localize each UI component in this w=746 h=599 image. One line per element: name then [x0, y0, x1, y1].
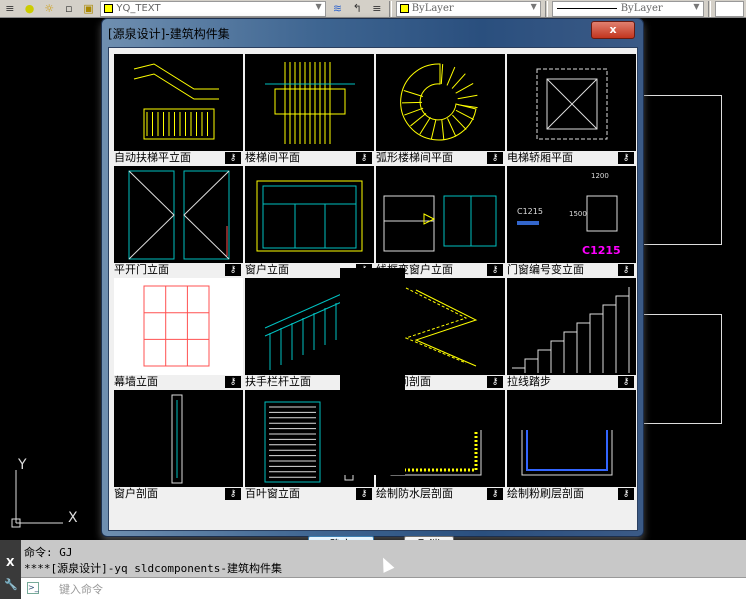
layer-match-icon[interactable]: ≡	[2, 1, 18, 17]
wrench-icon[interactable]: 🔧	[4, 578, 18, 591]
layer-dropdown[interactable]: YQ_TEXT ▼	[100, 0, 326, 17]
component-item[interactable]: C1215 1200 1500 C1215 门窗编号变立面 ⚷	[507, 166, 636, 277]
component-item[interactable]: 拉线踏步 ⚷	[507, 278, 636, 389]
command-history-line: ****[源泉设计]-yq sldcomponents-建筑构件集	[24, 562, 282, 575]
component-label: 电梯轿厢平面	[507, 151, 573, 164]
close-icon[interactable]: X	[6, 556, 14, 569]
drawing-rectangle	[644, 95, 722, 245]
component-preview-icon[interactable]: ⚷	[618, 488, 634, 500]
component-item[interactable]: 自动扶梯平立面 ⚷	[114, 54, 243, 165]
component-preview-icon[interactable]: ⚷	[487, 376, 503, 388]
component-label: 百叶窗立面	[245, 487, 300, 500]
close-button[interactable]: x	[591, 21, 635, 39]
color-value: ByLayer	[411, 3, 454, 14]
layer-previous-icon[interactable]: ↰	[349, 1, 365, 17]
component-thumbnail[interactable]: C1215 1200 1500 C1215	[507, 166, 636, 263]
layer-name: YQ_TEXT	[116, 3, 161, 14]
thumb-text: 1200	[591, 172, 609, 180]
component-item[interactable]: 窗户立面⚷	[245, 166, 374, 277]
component-preview-icon[interactable]: ⚷	[225, 152, 241, 164]
component-item[interactable]: 电梯轿厢平面 ⚷	[507, 54, 636, 165]
sun-icon[interactable]: ☼	[41, 1, 57, 17]
component-label: 平开门立面	[114, 263, 169, 276]
component-thumbnail[interactable]	[245, 54, 374, 151]
component-preview-icon[interactable]: ⚷	[487, 152, 503, 164]
component-thumbnail[interactable]	[114, 278, 243, 375]
component-thumbnail[interactable]	[114, 54, 243, 151]
component-preview-icon[interactable]: ⚷	[618, 264, 634, 276]
thumb-text: C1215	[517, 207, 543, 216]
component-preview-icon[interactable]: ⚷	[356, 152, 372, 164]
component-preview-icon[interactable]: ⚷	[487, 488, 503, 500]
chevron-down-icon[interactable]: ▼	[316, 2, 322, 11]
component-label: 拉线踏步	[507, 375, 551, 388]
lineweight-dropdown[interactable]	[714, 0, 744, 17]
command-history-line: 命令: GJ	[24, 546, 73, 559]
component-item[interactable]: 绘制粉刷层剖面 ⚷	[507, 390, 636, 501]
chevron-down-icon[interactable]: ▼	[693, 2, 699, 11]
command-placeholder: 键入命令	[59, 583, 103, 596]
separator	[707, 0, 711, 17]
component-label: 自动扶梯平立面	[114, 151, 191, 164]
component-preview-icon[interactable]: ⚷	[225, 488, 241, 500]
component-label: 绘制粉刷层剖面	[507, 487, 584, 500]
ucs-y-label: Y	[17, 457, 27, 473]
component-item[interactable]: 平开门立面 ⚷	[114, 166, 243, 277]
prompt-icon[interactable]: >_	[27, 582, 39, 594]
component-thumbnail[interactable]	[245, 166, 374, 263]
render-artifact	[340, 268, 405, 475]
color-dropdown[interactable]: ByLayer ▼	[395, 0, 541, 17]
component-label: 幕墙立面	[114, 375, 158, 388]
component-preview-icon[interactable]: ⚷	[618, 376, 634, 388]
bulb-icon[interactable]: ●	[22, 1, 38, 17]
component-thumbnail[interactable]	[376, 166, 505, 263]
component-item[interactable]: 窗户剖面 ⚷	[114, 390, 243, 501]
component-label: 楼梯间平面	[245, 151, 300, 164]
linetype-preview	[556, 8, 617, 9]
thumb-text: 1500	[569, 210, 587, 218]
component-label: 弧形楼梯间平面	[376, 151, 453, 164]
component-preview-icon[interactable]: ⚷	[356, 488, 372, 500]
component-preview-icon[interactable]: ⚷	[225, 376, 241, 388]
component-thumbnail[interactable]	[507, 390, 636, 487]
component-thumbnail[interactable]	[507, 54, 636, 151]
component-item[interactable]: 幕墙立面 ⚷	[114, 278, 243, 389]
drawing-rectangle	[644, 314, 722, 424]
layer-states-icon[interactable]: ≋	[330, 1, 346, 17]
component-label: 绘制防水层剖面	[376, 487, 453, 500]
separator	[388, 0, 392, 17]
dialog-title: [源泉设计]-建筑构件集	[108, 27, 230, 41]
ucs-x-label: X	[68, 510, 78, 526]
separator	[544, 0, 548, 17]
component-thumbnail[interactable]	[114, 390, 243, 487]
component-preview-icon[interactable]: ⚷	[225, 264, 241, 276]
color-swatch	[399, 4, 409, 13]
layer-color-swatch	[104, 4, 114, 13]
component-label: 门窗编号变立面	[507, 263, 584, 276]
layer-properties-icon[interactable]: ≡	[369, 1, 385, 17]
component-thumbnail[interactable]	[507, 278, 636, 375]
component-item[interactable]: 楼梯间平面 ⚷	[245, 54, 374, 165]
command-sidebar: X 🔧	[0, 540, 21, 599]
component-preview-icon[interactable]: ⚷	[487, 264, 503, 276]
chevron-down-icon[interactable]: ▼	[531, 2, 537, 11]
lock-icon[interactable]: ▣	[81, 1, 97, 17]
component-item[interactable]: 线框变窗户立面 ⚷	[376, 166, 505, 277]
freeze-icon[interactable]: ▫	[61, 1, 77, 17]
command-input[interactable]: >_ 键入命令	[21, 577, 746, 599]
layer-toolbar: ≡ ● ☼ ▫ ▣ YQ_TEXT ▼ ≋ ↰ ≡ ByLayer ▼ ByLaye…	[0, 0, 746, 18]
linetype-value: ByLayer	[620, 3, 663, 14]
component-item[interactable]: 弧形楼梯间平面 ⚷	[376, 54, 505, 165]
component-thumbnail[interactable]	[376, 54, 505, 151]
component-label: 窗户剖面	[114, 487, 158, 500]
command-line: X 🔧 命令: GJ ****[源泉设计]-yq sldcomponents-建…	[0, 540, 746, 599]
ucs-icon: Y X	[11, 457, 78, 528]
component-thumbnail[interactable]	[114, 166, 243, 263]
linetype-dropdown[interactable]: ByLayer ▼	[551, 0, 704, 17]
component-preview-icon[interactable]: ⚷	[618, 152, 634, 164]
thumb-text: C1215	[582, 244, 621, 257]
